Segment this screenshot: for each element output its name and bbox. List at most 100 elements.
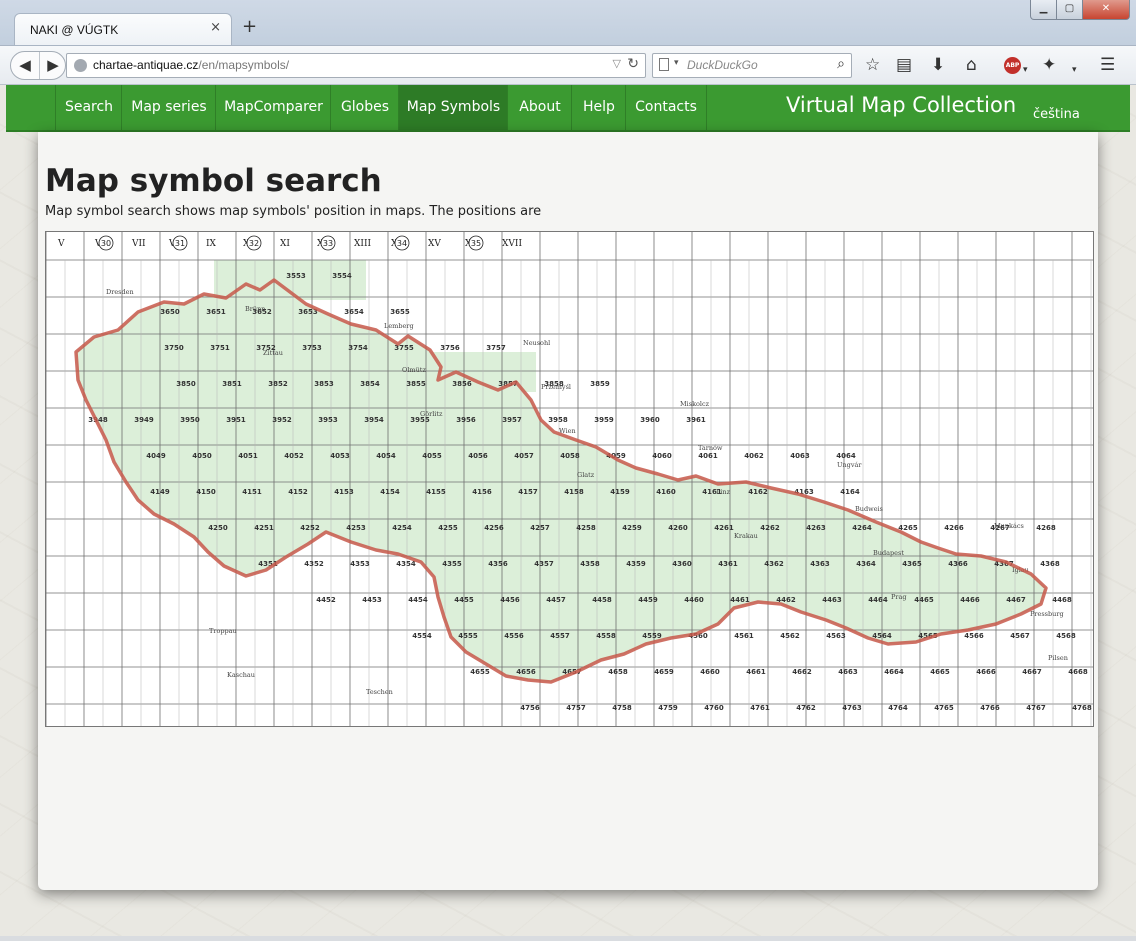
sheet-number[interactable]: 4156 bbox=[472, 488, 492, 496]
sheet-number[interactable]: 4358 bbox=[580, 560, 600, 568]
url-text[interactable]: chartae-antiquae.cz/en/mapsymbols/ bbox=[93, 58, 289, 72]
sheet-number[interactable]: 3853 bbox=[314, 380, 334, 388]
forward-button[interactable]: ▶ bbox=[40, 52, 66, 79]
nav-search[interactable]: Search bbox=[55, 85, 122, 130]
sheet-number[interactable]: 4761 bbox=[750, 704, 770, 712]
sheet-number[interactable]: 4563 bbox=[826, 632, 846, 640]
sheet-number[interactable]: 4658 bbox=[608, 668, 628, 676]
sheet-number[interactable]: 4258 bbox=[576, 524, 596, 532]
sheet-number[interactable]: 3851 bbox=[222, 380, 242, 388]
sheet-number[interactable]: 4464 bbox=[868, 596, 888, 604]
sheet-number[interactable]: 4157 bbox=[518, 488, 538, 496]
sheet-number[interactable]: 4049 bbox=[146, 452, 166, 460]
sheet-number[interactable]: 4558 bbox=[596, 632, 616, 640]
sheet-number[interactable]: 4458 bbox=[592, 596, 612, 604]
sheet-number[interactable]: 3951 bbox=[226, 416, 246, 424]
sheet-number[interactable]: 4264 bbox=[852, 524, 872, 532]
sheet-number[interactable]: 4655 bbox=[470, 668, 490, 676]
sheet-number[interactable]: 4767 bbox=[1026, 704, 1046, 712]
sheet-number[interactable]: 3750 bbox=[164, 344, 184, 352]
search-engine-arrow-icon[interactable]: ▾ bbox=[674, 58, 679, 68]
sheet-number[interactable]: 4154 bbox=[380, 488, 400, 496]
sheet-number[interactable]: 3850 bbox=[176, 380, 196, 388]
sheet-number[interactable]: 4452 bbox=[316, 596, 336, 604]
sheet-number[interactable]: 4758 bbox=[612, 704, 632, 712]
search-input[interactable]: DuckDuckGo bbox=[687, 58, 758, 72]
bookmarks-list-icon[interactable]: ▤ bbox=[896, 55, 912, 75]
sheet-number[interactable]: 3859 bbox=[590, 380, 610, 388]
sheet-number[interactable]: 4261 bbox=[714, 524, 734, 532]
sheet-number[interactable]: 4455 bbox=[454, 596, 474, 604]
sheet-number[interactable]: 4362 bbox=[764, 560, 784, 568]
sheet-number[interactable]: 4051 bbox=[238, 452, 258, 460]
sheet-number[interactable]: 3856 bbox=[452, 380, 472, 388]
sheet-number[interactable]: 4149 bbox=[150, 488, 170, 496]
sheet-number[interactable]: 4359 bbox=[626, 560, 646, 568]
sheet-number[interactable]: 4255 bbox=[438, 524, 458, 532]
minimize-button[interactable]: ▁ bbox=[1030, 0, 1057, 20]
sheet-number[interactable]: 4557 bbox=[550, 632, 570, 640]
sheet-number[interactable]: 4554 bbox=[412, 632, 432, 640]
sheet-number[interactable]: 4663 bbox=[838, 668, 858, 676]
sheet-number[interactable]: 3751 bbox=[210, 344, 230, 352]
sheet-number[interactable]: 4057 bbox=[514, 452, 534, 460]
sheet-number[interactable]: 4467 bbox=[1006, 596, 1026, 604]
sheet-number[interactable]: 4357 bbox=[534, 560, 554, 568]
sheet-number[interactable]: 3553 bbox=[286, 272, 306, 280]
sheet-number[interactable]: 3754 bbox=[348, 344, 368, 352]
sheet-number[interactable]: 4257 bbox=[530, 524, 550, 532]
sheet-number[interactable]: 3953 bbox=[318, 416, 338, 424]
sheet-number[interactable]: 4053 bbox=[330, 452, 350, 460]
sheet-number[interactable]: 4366 bbox=[948, 560, 968, 568]
sheet-number[interactable]: 4463 bbox=[822, 596, 842, 604]
sheet-number[interactable]: 4251 bbox=[254, 524, 274, 532]
sheet-number[interactable]: 4354 bbox=[396, 560, 416, 568]
sheet-number[interactable]: 4561 bbox=[734, 632, 754, 640]
sheet-number[interactable]: 4050 bbox=[192, 452, 212, 460]
search-engine-icon[interactable] bbox=[659, 58, 669, 71]
sheet-number[interactable]: 4666 bbox=[976, 668, 996, 676]
horizontal-scrollbar[interactable] bbox=[0, 936, 1136, 941]
sheet-number[interactable]: 4159 bbox=[610, 488, 630, 496]
sheet-number[interactable]: 4453 bbox=[362, 596, 382, 604]
adblock-dropdown-icon[interactable]: ▾ bbox=[1023, 60, 1028, 80]
sheet-number[interactable]: 4263 bbox=[806, 524, 826, 532]
sheet-number[interactable]: 4461 bbox=[730, 596, 750, 604]
sheet-number[interactable]: 4058 bbox=[560, 452, 580, 460]
sheet-number[interactable]: 4656 bbox=[516, 668, 536, 676]
nav-about[interactable]: About bbox=[507, 85, 572, 130]
sheet-number[interactable]: 4352 bbox=[304, 560, 324, 568]
sheet-number[interactable]: 4252 bbox=[300, 524, 320, 532]
sheet-number[interactable]: 3756 bbox=[440, 344, 460, 352]
language-switch[interactable]: čeština bbox=[1033, 107, 1080, 122]
sheet-number[interactable]: 4365 bbox=[902, 560, 922, 568]
sheet-number[interactable]: 3854 bbox=[360, 380, 380, 388]
sheet-number[interactable]: 3650 bbox=[160, 308, 180, 316]
nav-map-series[interactable]: Map series bbox=[121, 85, 216, 130]
sheet-number[interactable]: 3554 bbox=[332, 272, 352, 280]
sheet-number[interactable]: 4356 bbox=[488, 560, 508, 568]
sheet-number[interactable]: 4256 bbox=[484, 524, 504, 532]
sheet-number[interactable]: 3960 bbox=[640, 416, 660, 424]
sheet-number[interactable]: 4661 bbox=[746, 668, 766, 676]
sheet-number[interactable]: 4155 bbox=[426, 488, 446, 496]
sheet-number[interactable]: 4768 bbox=[1072, 704, 1092, 712]
map-sheet-index[interactable]: VVIVIIVIIIIXXXIXIIXIIIXIVXVXVIXVII303132… bbox=[45, 231, 1094, 727]
sheet-number[interactable]: 3950 bbox=[180, 416, 200, 424]
sheet-number[interactable]: 4466 bbox=[960, 596, 980, 604]
sheet-number[interactable]: 4764 bbox=[888, 704, 908, 712]
sheet-number[interactable]: 4250 bbox=[208, 524, 228, 532]
sheet-number[interactable]: 4765 bbox=[934, 704, 954, 712]
sheet-number[interactable]: 4659 bbox=[654, 668, 674, 676]
sheet-number[interactable]: 4757 bbox=[566, 704, 586, 712]
close-tab-icon[interactable]: × bbox=[210, 20, 221, 35]
sheet-number[interactable]: 4353 bbox=[350, 560, 370, 568]
sheet-number[interactable]: 4150 bbox=[196, 488, 216, 496]
sheet-number[interactable]: 4355 bbox=[442, 560, 462, 568]
sheet-number[interactable]: 4062 bbox=[744, 452, 764, 460]
sheet-number[interactable]: 4262 bbox=[760, 524, 780, 532]
sheet-number[interactable]: 3651 bbox=[206, 308, 226, 316]
sheet-number[interactable]: 4660 bbox=[700, 668, 720, 676]
sheet-number[interactable]: 3852 bbox=[268, 380, 288, 388]
sheet-number[interactable]: 3753 bbox=[302, 344, 322, 352]
